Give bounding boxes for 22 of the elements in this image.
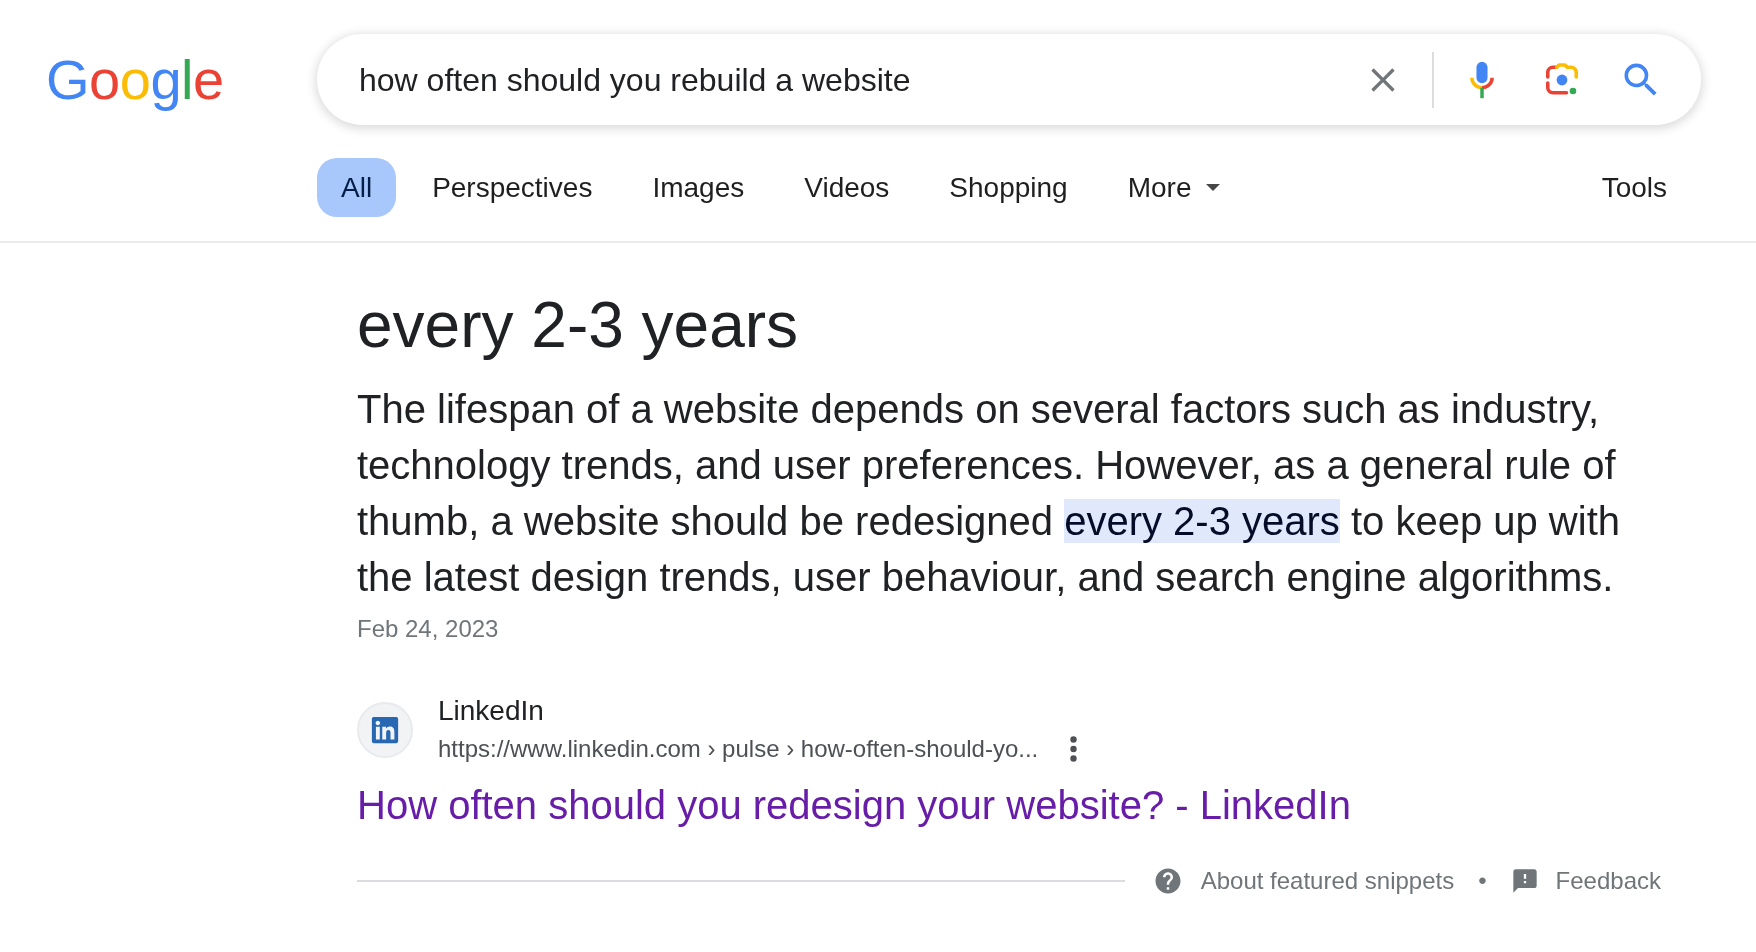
- separator-text: •: [1478, 867, 1487, 895]
- caret-icon: [1205, 184, 1220, 191]
- tab[interactable]: Perspectives: [408, 158, 617, 217]
- about-snippets-link[interactable]: About featured snippets: [1152, 865, 1455, 897]
- microphone-icon: [1469, 60, 1495, 99]
- tab[interactable]: All: [317, 158, 397, 217]
- site-url: https://www.linkedin.com › pulse › how-often-should-yo...: [438, 734, 1039, 764]
- tab[interactable]: Videos: [780, 158, 914, 217]
- tab[interactable]: Shopping: [925, 158, 1092, 217]
- vertical-dots-icon: [1069, 736, 1077, 762]
- linkedin-logo-icon: [357, 702, 413, 758]
- feedback-icon: [1510, 867, 1539, 895]
- site-name: LinkedIn: [438, 694, 544, 728]
- camera-icon: [1544, 61, 1580, 98]
- search-field[interactable]: how often should you rebuild a website: [359, 57, 1359, 102]
- tab[interactable]: More: [1103, 158, 1244, 217]
- feedback-link[interactable]: Feedback: [1510, 865, 1661, 897]
- snippet-date: Feb 24, 2023: [357, 614, 499, 644]
- snippet-text: The lifespan of a website depends on several factors such as industry, technology trends, and user preferences. However, as a general rule of thumb, a website should be redesigned every 2-3 years to keep up with the latest design trends, user behaviour, and search engine algorithms.: [357, 386, 1621, 601]
- tab[interactable]: Images: [628, 158, 769, 217]
- result-title-link[interactable]: How often should you redesign your website? - LinkedIn: [357, 779, 1351, 831]
- tools-button[interactable]: Tools: [1577, 158, 1691, 217]
